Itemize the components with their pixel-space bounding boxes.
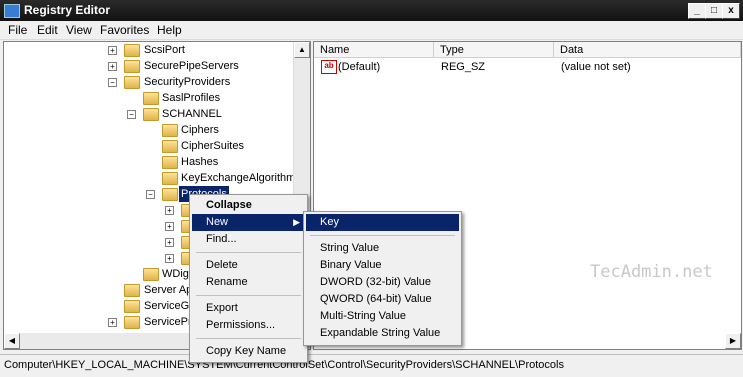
tree-item-label: SCHANNEL	[162, 108, 222, 120]
menu-separator	[196, 338, 301, 339]
menu-item-collapse[interactable]: Collapse	[192, 197, 305, 214]
submenu-item-dword-value[interactable]: DWORD (32-bit) Value	[306, 274, 459, 291]
menu-item-delete[interactable]: Delete	[192, 257, 305, 274]
expand-icon[interactable]: +	[165, 254, 174, 263]
folder-open-icon	[124, 76, 140, 89]
collapse-icon[interactable]: −	[108, 78, 117, 87]
menu-item-export[interactable]: Export	[192, 300, 305, 317]
scroll-right-arrow-icon[interactable]: ▶	[725, 333, 741, 349]
collapse-icon[interactable]: −	[127, 110, 136, 119]
submenu-item-multi-string-value[interactable]: Multi-String Value	[306, 308, 459, 325]
status-bar: Computer\HKEY_LOCAL_MACHINE\SYSTEM\Curre…	[0, 354, 743, 377]
menu-item-permissions[interactable]: Permissions...	[192, 317, 305, 334]
submenu-item-qword-value[interactable]: QWORD (64-bit) Value	[306, 291, 459, 308]
submenu-arrow-icon: ▶	[293, 217, 300, 227]
menu-favorites[interactable]: Favorites	[100, 23, 149, 37]
folder-icon	[143, 92, 159, 105]
menu-view[interactable]: View	[66, 23, 92, 37]
close-button[interactable]: x	[722, 3, 740, 19]
folder-icon	[162, 140, 178, 153]
submenu-item-binary-value[interactable]: Binary Value	[306, 257, 459, 274]
window-title: Registry Editor	[24, 3, 111, 17]
folder-icon	[162, 156, 178, 169]
menu-separator	[310, 235, 455, 236]
menu-bar: File Edit View Favorites Help	[0, 21, 743, 40]
string-value-icon: ab	[321, 60, 337, 74]
column-header-name[interactable]: Name	[314, 42, 434, 58]
registry-editor-window: Registry Editor _ □ x File Edit View Fav…	[0, 0, 743, 377]
tree-item-label: CipherSuites	[181, 140, 244, 152]
tree-item-label: SecurePipeServers	[144, 60, 239, 72]
menu-separator	[196, 252, 301, 253]
expand-icon[interactable]: +	[108, 62, 117, 71]
menu-separator	[196, 295, 301, 296]
new-submenu: Key String Value Binary Value DWORD (32-…	[303, 211, 462, 346]
expand-icon[interactable]: +	[165, 238, 174, 247]
tree-item-label: Ciphers	[181, 124, 219, 136]
minimize-button[interactable]: _	[688, 3, 706, 19]
registry-editor-icon	[4, 4, 20, 18]
watermark: TecAdmin.net	[590, 262, 713, 282]
tree-item-label: SecurityProviders	[144, 76, 231, 88]
title-bar[interactable]: Registry Editor _ □ x	[0, 0, 743, 21]
folder-open-icon	[143, 108, 159, 121]
folder-icon	[124, 44, 140, 57]
folder-icon	[124, 284, 140, 297]
folder-icon	[162, 124, 178, 137]
expand-icon[interactable]: +	[165, 206, 174, 215]
expand-icon[interactable]: +	[165, 222, 174, 231]
tree-item-label: SaslProfiles	[162, 92, 221, 104]
value-data: (value not set)	[561, 61, 631, 73]
column-header-data[interactable]: Data	[554, 42, 741, 58]
folder-icon	[124, 300, 140, 313]
menu-item-new[interactable]: New ▶	[192, 214, 305, 231]
tree-item-label: ScsiPort	[144, 44, 185, 56]
menu-item-find[interactable]: Find...	[192, 231, 305, 248]
value-name: (Default)	[338, 61, 381, 73]
scroll-left-arrow-icon[interactable]: ◀	[4, 333, 20, 349]
folder-icon	[143, 268, 159, 281]
context-menu: Collapse New ▶ Find... Delete Rename Expo…	[189, 194, 308, 363]
folder-icon	[124, 316, 140, 329]
scroll-up-arrow-icon[interactable]: ▲	[294, 42, 310, 58]
submenu-item-expandable-string-value[interactable]: Expandable String Value	[306, 325, 459, 342]
collapse-icon[interactable]: −	[146, 190, 155, 199]
menu-help[interactable]: Help	[157, 23, 182, 37]
column-header-type[interactable]: Type	[434, 42, 554, 58]
tree-item-label: Hashes	[181, 156, 219, 168]
tree-item-label: KeyExchangeAlgorithm	[181, 172, 296, 184]
menu-edit[interactable]: Edit	[37, 23, 58, 37]
menu-item-rename[interactable]: Rename	[192, 274, 305, 291]
menu-item-copy-key-name[interactable]: Copy Key Name	[192, 343, 305, 360]
submenu-item-key[interactable]: Key	[306, 214, 459, 231]
folder-icon	[162, 172, 178, 185]
expand-icon[interactable]: +	[108, 46, 117, 55]
expand-icon[interactable]: +	[108, 318, 117, 327]
maximize-button[interactable]: □	[705, 3, 723, 19]
menu-item-new-label: New	[206, 216, 229, 228]
submenu-item-string-value[interactable]: String Value	[306, 240, 459, 257]
folder-icon	[124, 60, 140, 73]
menu-file[interactable]: File	[8, 23, 27, 37]
folder-open-icon	[162, 188, 178, 201]
value-type: REG_SZ	[441, 61, 486, 73]
